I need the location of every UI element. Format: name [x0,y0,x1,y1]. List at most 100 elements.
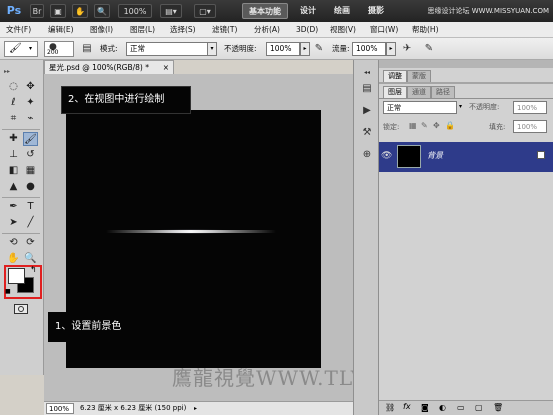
lock-position-icon[interactable]: ✥ [433,121,440,130]
tab-layers[interactable]: 图层 [383,86,407,98]
menu-select[interactable]: 选择(S) [170,22,196,38]
lock-transparent-icon[interactable]: ▦ [409,121,417,130]
add-mask-icon[interactable]: ◙ [421,403,429,412]
quick-select-tool-icon[interactable]: ✦ [23,96,38,110]
shape-tool-icon[interactable]: ╱ [23,216,38,230]
workspace-essentials[interactable]: 基本功能 [242,3,288,19]
blend-mode-select[interactable]: 正常 [126,42,208,56]
hand-view-icon[interactable]: ✋ [72,4,88,18]
document-tab[interactable]: 星光.psd @ 100%(RGB/8) * × [44,60,174,74]
screen-mode-icon[interactable]: ▢▾ [194,4,216,18]
menu-file[interactable]: 文件(F) [6,22,31,38]
flow-input[interactable]: 100% [352,42,386,56]
eyedropper-tool-icon[interactable]: ⌁ [23,112,38,126]
eraser-tool-icon[interactable]: ◧ [6,164,21,178]
flow-label: 流量: [332,44,350,53]
status-document-info: 6.23 厘米 x 6.23 厘米 (150 ppi) [80,404,187,412]
new-group-icon[interactable]: ▭ [457,403,465,412]
tab-paths[interactable]: 路径 [431,86,455,98]
flow-slider-toggle[interactable]: ▸ [386,42,396,56]
menu-help[interactable]: 帮助(H) [412,22,439,38]
status-bar: 100% 6.23 厘米 x 6.23 厘米 (150 ppi) ▸ [44,401,353,415]
zoom-level-dropdown[interactable]: 100% [118,4,152,18]
menu-3d[interactable]: 3D(D) [296,22,318,38]
zoom-tool-icon[interactable]: 🔍 [23,252,38,266]
pen-tool-icon[interactable]: ✒ [6,200,21,214]
dock-grip: ◂◂ [363,69,371,76]
options-bar: 🖌 ▾ ● 200 ▤ 模式: 正常 ▾ 不透明度: 100% ▸ ✎ 流量: … [0,38,553,60]
layer-blend-mode-select[interactable]: 正常 [383,101,457,114]
workspace-photography[interactable]: 摄影 [364,3,388,19]
mode-label: 模式: [100,44,118,53]
crop-tool-icon[interactable]: ⌗ [6,112,21,126]
chevron-down-icon[interactable]: ▾ [207,42,217,56]
healing-brush-tool-icon[interactable]: ✚ [6,132,21,146]
path-select-tool-icon[interactable]: ➤ [6,216,21,230]
link-layers-icon[interactable]: ⛓ [385,403,395,412]
photoshop-logo: Ps [6,4,22,17]
workspace-painting[interactable]: 绘画 [330,3,354,19]
status-menu-arrow-icon[interactable]: ▸ [194,402,197,415]
chevron-down-icon[interactable]: ▾ [459,103,462,110]
marquee-tool-icon[interactable]: ◌ [6,80,21,94]
quick-mask-icon[interactable] [14,304,28,314]
workspace-design[interactable]: 设计 [296,3,320,19]
blur-tool-icon[interactable]: ▲ [6,180,21,194]
3d-rotate-tool-icon[interactable]: ⟲ [6,236,21,250]
bridge-icon[interactable]: Br [30,4,44,18]
opacity-input[interactable]: 100% [266,42,300,56]
swap-colors-icon[interactable]: ↰ [30,265,37,274]
delete-layer-icon[interactable]: 🗑 [493,403,503,412]
pressure-size-icon[interactable]: ✎ [422,42,436,56]
hand-tool-icon[interactable]: ✋ [6,252,21,266]
eye-icon[interactable]: 👁 [381,150,393,162]
tab-masks[interactable]: 蒙版 [407,70,431,82]
adjustment-layer-icon[interactable]: ◐ [439,403,446,412]
default-colors-icon[interactable]: ■ [5,288,11,295]
menu-filter[interactable]: 滤镜(T) [212,22,237,38]
move-tool-icon[interactable]: ✥ [23,80,38,94]
foreground-color-swatch-front[interactable] [8,268,25,284]
opacity-slider-toggle[interactable]: ▸ [300,42,310,56]
close-icon[interactable]: × [163,61,169,74]
minibridge-icon[interactable]: ▣ [50,4,66,18]
tool-preset-picker[interactable]: 🖌 ▾ [4,41,38,57]
status-zoom-input[interactable]: 100% [46,403,74,414]
menu-window[interactable]: 窗口(W) [370,22,398,38]
toolbox-divider [2,129,40,130]
layer-style-icon[interactable]: fx [403,402,411,411]
fill-input[interactable]: 100% [513,120,547,133]
clone-stamp-tool-icon[interactable]: ⊥ [6,148,21,162]
tab-channels[interactable]: 通道 [407,86,431,98]
lock-all-icon[interactable]: 🔒 [445,121,455,130]
brush-preset-picker[interactable]: ● 200 [44,41,74,57]
type-tool-icon[interactable]: T [23,200,38,214]
tab-adjustments[interactable]: 调整 [383,70,407,82]
airbrush-icon[interactable]: ✈ [400,42,414,56]
panels-group: 调整 蒙版 图层 通道 路径 正常 ▾ 不透明度: 100% 锁定: ▦ ✎ ✥… [379,60,553,415]
menu-analysis[interactable]: 分析(A) [254,22,280,38]
arrange-documents-icon[interactable]: ▤▾ [160,4,182,18]
brush-panel-toggle-icon[interactable]: ▤ [80,42,94,56]
actions-panel-icon[interactable]: ▶ [360,104,374,118]
lasso-tool-icon[interactable]: ℓ [6,96,21,110]
pressure-opacity-icon[interactable]: ✎ [312,42,326,56]
watermark-top: 思缘设计论坛 WWW.MISSYUAN.COM [427,7,550,15]
zoom-view-icon[interactable]: 🔍 [94,4,110,18]
gradient-tool-icon[interactable]: ▦ [23,164,38,178]
brush-presets-panel-icon[interactable]: ⚒ [360,126,374,140]
clone-source-panel-icon[interactable]: ⊕ [360,148,374,162]
brush-tool-icon[interactable]: 🖌 [23,132,38,146]
lock-image-icon[interactable]: ✎ [421,121,428,130]
dodge-tool-icon[interactable]: ● [23,180,38,194]
menu-edit[interactable]: 编辑(E) [48,22,74,38]
layer-opacity-input[interactable]: 100% [513,101,547,114]
new-layer-icon[interactable]: ▢ [475,403,483,412]
layer-row-background[interactable]: 👁 背景 [379,142,553,172]
menu-layer[interactable]: 图层(L) [130,22,155,38]
history-brush-tool-icon[interactable]: ↺ [23,148,38,162]
3d-orbit-tool-icon[interactable]: ⟳ [23,236,38,250]
history-panel-icon[interactable]: ▤ [360,82,374,96]
menu-image[interactable]: 图像(I) [90,22,113,38]
menu-view[interactable]: 视图(V) [330,22,356,38]
